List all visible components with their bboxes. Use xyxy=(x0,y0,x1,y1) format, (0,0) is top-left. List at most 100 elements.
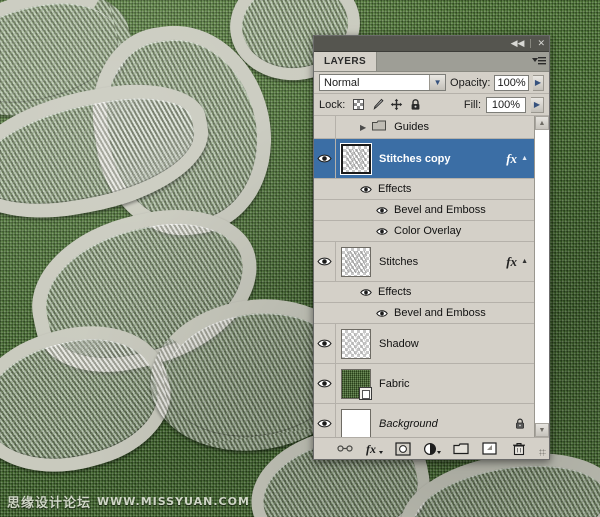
layer-effects-fx-icon[interactable]: fx xyxy=(506,254,517,270)
watermark-chinese-text: 思缘设计论坛 xyxy=(7,496,92,511)
visibility-toggle-fabric[interactable] xyxy=(314,364,336,403)
adjustment-layer-icon[interactable] xyxy=(423,441,441,457)
visibility-toggle-background[interactable] xyxy=(314,404,336,437)
folder-icon xyxy=(372,120,387,134)
lock-position-icon[interactable] xyxy=(390,98,403,111)
eye-icon xyxy=(360,185,372,193)
layer-thumbnail-stitches[interactable] xyxy=(341,246,371,277)
visibility-toggle-guides[interactable] xyxy=(314,116,336,138)
effect-label: Bevel and Emboss xyxy=(394,204,486,216)
opacity-input[interactable]: 100% xyxy=(494,74,529,91)
tab-layers[interactable]: LAYERS xyxy=(314,52,378,71)
layers-panel-footer: fx xyxy=(314,437,549,459)
layer-row-stitches-copy[interactable]: Stitches copy fx ▲ xyxy=(314,139,534,179)
watermark: 思缘设计论坛 WWW.MISSYUAN.COM xyxy=(7,492,250,511)
lock-image-icon[interactable] xyxy=(371,98,384,111)
opacity-value: 100% xyxy=(497,76,526,89)
eye-icon xyxy=(317,154,332,163)
visibility-toggle-effect[interactable] xyxy=(376,309,388,318)
new-layer-glyph xyxy=(482,442,497,455)
visibility-toggle-stitches[interactable] xyxy=(314,242,336,281)
layer-thumbnail-stitches-copy[interactable] xyxy=(340,142,372,175)
layer-thumbnail-shadow[interactable] xyxy=(341,328,371,359)
visibility-toggle-effects[interactable] xyxy=(360,288,372,297)
padlock-glyph xyxy=(411,99,420,110)
collapse-panel-icon[interactable]: ◀◀ xyxy=(511,39,525,48)
fill-input[interactable]: 100% xyxy=(486,96,526,113)
opacity-slider-arrow-icon[interactable]: ▶ xyxy=(532,74,545,91)
fill-label: Fill: xyxy=(463,98,481,111)
layer-row-fabric[interactable]: Fabric xyxy=(314,364,534,404)
layer-thumbnail-fabric[interactable] xyxy=(341,368,372,400)
background-lock-icon xyxy=(514,417,526,430)
thumbnail-content xyxy=(346,148,366,169)
eye-icon xyxy=(317,339,332,348)
add-mask-icon[interactable] xyxy=(394,441,412,457)
svg-text:fx: fx xyxy=(366,442,376,456)
fill-slider-arrow-icon[interactable]: ▶ xyxy=(531,96,544,113)
tab-strip-filler xyxy=(377,52,529,71)
layer-style-fx-icon[interactable]: fx xyxy=(365,441,383,457)
effect-row-bevel-and-emboss-2[interactable]: Bevel and Emboss xyxy=(314,303,534,324)
scrollbar-track[interactable] xyxy=(535,130,549,423)
chevron-up-icon[interactable]: ▲ xyxy=(521,258,528,265)
half-circle-glyph xyxy=(423,442,441,455)
panel-titlebar: ◀◀ ✕ xyxy=(314,36,549,52)
trash-glyph xyxy=(512,442,525,455)
effect-row-color-overlay[interactable]: Color Overlay xyxy=(314,221,534,242)
eye-icon xyxy=(360,288,372,296)
panel-menu-icon[interactable] xyxy=(529,52,549,71)
layer-name-fabric: Fabric xyxy=(379,377,410,390)
eye-icon xyxy=(376,206,388,214)
effects-header-stitches[interactable]: Effects xyxy=(314,282,534,303)
visibility-toggle-effects[interactable] xyxy=(360,185,372,194)
thumbnail-content xyxy=(345,250,367,273)
folder-glyph xyxy=(452,443,469,455)
visibility-toggle-effect[interactable] xyxy=(376,227,388,236)
layer-row-stitches[interactable]: Stitches fx ▲ xyxy=(314,242,534,282)
delete-layer-icon[interactable] xyxy=(510,441,528,457)
lock-all-icon[interactable] xyxy=(409,98,422,111)
layer-row-shadow[interactable]: Shadow xyxy=(314,324,534,364)
blend-mode-value: Normal xyxy=(324,76,360,89)
new-group-icon[interactable] xyxy=(452,441,470,457)
link-layers-icon[interactable] xyxy=(336,441,354,457)
effects-header-stitches-copy[interactable]: Effects xyxy=(314,179,534,200)
layer-name-background: Background xyxy=(379,417,438,430)
new-layer-icon[interactable] xyxy=(481,441,499,457)
effect-label: Color Overlay xyxy=(394,225,462,237)
layer-effects-fx-icon[interactable]: fx xyxy=(506,151,517,167)
layer-row-background[interactable]: Background xyxy=(314,404,534,437)
lock-transparency-icon[interactable] xyxy=(352,98,365,111)
chevron-down-icon[interactable]: ▼ xyxy=(429,75,446,90)
visibility-toggle-effect[interactable] xyxy=(376,206,388,215)
layer-name-stitches: Stitches xyxy=(379,255,419,268)
blend-mode-row: Normal ▼ Opacity: 100% ▶ xyxy=(314,72,549,94)
tab-layers-label: LAYERS xyxy=(324,56,367,67)
layer-row-guides[interactable]: ▶ Guides xyxy=(314,116,534,139)
scroll-down-icon[interactable]: ▼ xyxy=(535,423,549,437)
visibility-toggle-stitches-copy[interactable] xyxy=(314,139,336,178)
opacity-label: Opacity: xyxy=(450,76,491,89)
lock-label: Lock: xyxy=(319,98,346,111)
link-glyph xyxy=(336,445,353,452)
eye-icon xyxy=(317,419,332,428)
chevron-up-icon[interactable]: ▲ xyxy=(521,155,528,162)
layer-thumbnail-background[interactable] xyxy=(341,408,371,437)
scroll-up-icon[interactable]: ▲ xyxy=(535,116,549,130)
layers-panel: ◀◀ ✕ LAYERS Normal ▼ Opacity: 100% ▶ Loc… xyxy=(313,35,550,460)
blend-mode-select[interactable]: Normal ▼ xyxy=(319,74,447,91)
chevron-right-icon[interactable]: ▶ xyxy=(360,123,366,132)
effect-row-bevel-and-emboss[interactable]: Bevel and Emboss xyxy=(314,200,534,221)
resize-grip[interactable] xyxy=(539,449,546,456)
layers-scrollbar[interactable]: ▲ ▼ xyxy=(534,116,549,437)
fx-glyph: fx xyxy=(366,442,383,456)
padlock-glyph xyxy=(516,418,524,429)
layer-name-shadow: Shadow xyxy=(379,337,419,350)
eye-icon xyxy=(317,379,332,388)
visibility-toggle-shadow[interactable] xyxy=(314,324,336,363)
folder-glyph xyxy=(372,120,387,131)
watermark-url-text: WWW.MISSYUAN.COM xyxy=(97,495,250,508)
close-icon[interactable]: ✕ xyxy=(537,39,545,48)
lock-row: Lock: Fill: 100% ▶ xyxy=(314,94,549,116)
